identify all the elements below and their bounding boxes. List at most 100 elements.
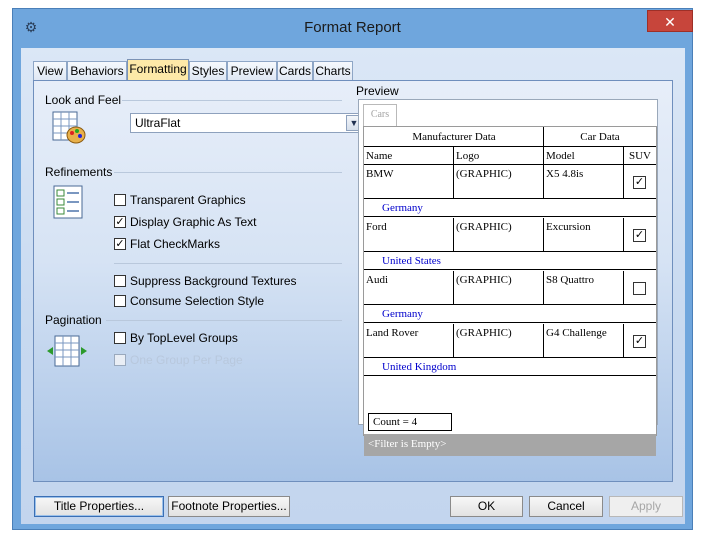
tab-charts[interactable]: Charts <box>313 61 353 80</box>
look-and-feel-divider <box>122 100 342 101</box>
preview-heading: Preview <box>356 84 399 98</box>
grid-tab-cars[interactable]: Cars <box>363 104 397 126</box>
group-label: Germany <box>382 308 423 320</box>
cell-model: G4 Challenge <box>546 327 607 339</box>
page-grid-arrows-icon <box>47 335 87 367</box>
tab-preview[interactable]: Preview <box>227 61 277 80</box>
suppress-background-textures-label: Suppress Background Textures <box>130 274 297 288</box>
column-header-model[interactable]: Model <box>544 147 624 165</box>
band-manufacturer-data: Manufacturer Data <box>364 127 544 147</box>
table-row-cell-name: Audi <box>364 271 454 305</box>
dialog-client: View Behaviors Formatting Styles Preview… <box>21 48 685 524</box>
cell-model: X5 4.8is <box>546 168 584 180</box>
look-and-feel-select[interactable]: UltraFlat ▼ <box>130 113 364 133</box>
table-row-cell-logo: (GRAPHIC) <box>454 218 544 252</box>
transparent-graphics-label: Transparent Graphics <box>130 193 246 207</box>
cell-name: BMW <box>366 168 394 180</box>
table-row-cell-model: S8 Quattro <box>544 271 624 305</box>
cell-name: Audi <box>366 274 388 286</box>
table-row-cell-model: X5 4.8is <box>544 165 624 199</box>
table-row-cell-suv <box>624 271 656 305</box>
title-properties-button[interactable]: Title Properties... <box>34 496 164 517</box>
suv-checkbox[interactable]: ✓ <box>633 229 646 242</box>
tab-view[interactable]: View <box>33 61 67 80</box>
tab-behaviors[interactable]: Behaviors <box>67 61 127 80</box>
cell-model: S8 Quattro <box>546 274 594 286</box>
column-header-name[interactable]: Name <box>364 147 454 165</box>
cell-logo: (GRAPHIC) <box>456 274 512 286</box>
group-label: Germany <box>382 202 423 214</box>
look-and-feel-heading: Look and Feel <box>45 93 122 107</box>
column-header-logo[interactable]: Logo <box>454 147 544 165</box>
cell-name: Land Rover <box>366 327 419 339</box>
close-button[interactable]: ✕ <box>647 10 693 32</box>
table-row-cell-model: Excursion <box>544 218 624 252</box>
column-header-logo-label: Logo <box>456 150 480 162</box>
pagination-heading: Pagination <box>45 313 102 327</box>
column-header-suv-label: SUV <box>628 150 651 162</box>
column-header-model-label: Model <box>546 150 575 162</box>
count-summary: Count = 4 <box>368 413 452 431</box>
suv-checkbox[interactable] <box>633 282 646 295</box>
table-row-cell-name: Ford <box>364 218 454 252</box>
group-row: Germany <box>364 305 656 323</box>
band-car-label: Car Data <box>580 131 620 143</box>
display-graphic-as-text-checkbox[interactable]: ✓ <box>114 216 126 228</box>
preview-pane: Cars Manufacturer Data Car Data Name Log… <box>358 99 658 456</box>
apply-button[interactable]: Apply <box>609 496 683 517</box>
title-bar[interactable]: ⚙ Format Report ✕ <box>13 9 693 46</box>
table-row-cell-suv: ✓ <box>624 324 656 358</box>
table-row-cell-logo: (GRAPHIC) <box>454 165 544 199</box>
band-manufacturer-label: Manufacturer Data <box>412 131 496 143</box>
flat-checkmarks-label: Flat CheckMarks <box>130 237 221 251</box>
pagination-divider <box>106 320 342 321</box>
one-group-per-page-label: One Group Per Page <box>130 353 243 367</box>
table-row-cell-name: BMW <box>364 165 454 199</box>
footnote-properties-button[interactable]: Footnote Properties... <box>168 496 290 517</box>
filter-bar[interactable]: <Filter is Empty> <box>364 434 656 456</box>
tab-cards[interactable]: Cards <box>277 61 313 80</box>
flat-checkmarks-checkbox[interactable]: ✓ <box>114 238 126 250</box>
transparent-graphics-checkbox[interactable] <box>114 194 126 206</box>
formatting-panel: Look and Feel UltraFlat ▼ Refinements Tr… <box>33 80 673 482</box>
suv-checkbox[interactable]: ✓ <box>633 335 646 348</box>
ok-button[interactable]: OK <box>450 496 523 517</box>
consume-selection-style-checkbox[interactable] <box>114 295 126 307</box>
column-header-suv[interactable]: SUV <box>624 147 656 165</box>
table-row-cell-model: G4 Challenge <box>544 324 624 358</box>
format-report-window: ⚙ Format Report ✕ View Behaviors Formatt… <box>12 8 693 530</box>
grid-checkboxes-icon <box>53 185 83 219</box>
group-label: United Kingdom <box>382 361 457 373</box>
cell-logo: (GRAPHIC) <box>456 327 512 339</box>
filter-status: <Filter is Empty> <box>368 438 447 450</box>
table-row-cell-logo: (GRAPHIC) <box>454 324 544 358</box>
by-toplevel-groups-checkbox[interactable] <box>114 332 126 344</box>
by-toplevel-groups-label: By TopLevel Groups <box>130 331 238 345</box>
palette-grid-icon <box>52 111 86 144</box>
look-and-feel-value: UltraFlat <box>135 116 181 130</box>
suppress-background-textures-checkbox[interactable] <box>114 275 126 287</box>
table-row-cell-suv: ✓ <box>624 165 656 199</box>
tab-styles[interactable]: Styles <box>189 61 227 80</box>
refinements-separator <box>114 263 342 264</box>
group-row: United Kingdom <box>364 358 656 376</box>
refinements-heading: Refinements <box>45 165 113 179</box>
band-car-data: Car Data <box>544 127 656 147</box>
cancel-button[interactable]: Cancel <box>529 496 603 517</box>
cell-logo: (GRAPHIC) <box>456 221 512 233</box>
cell-logo: (GRAPHIC) <box>456 168 512 180</box>
consume-selection-style-label: Consume Selection Style <box>130 294 265 308</box>
group-label: United States <box>382 255 441 267</box>
refinements-divider <box>114 172 342 173</box>
window-title: Format Report <box>304 19 401 36</box>
table-row-cell-logo: (GRAPHIC) <box>454 271 544 305</box>
tab-formatting[interactable]: Formatting <box>127 59 189 80</box>
group-row: United States <box>364 252 656 270</box>
display-graphic-as-text-label: Display Graphic As Text <box>130 215 257 229</box>
cell-model: Excursion <box>546 221 591 233</box>
one-group-per-page-checkbox <box>114 354 126 366</box>
column-header-name-label: Name <box>366 150 393 162</box>
table-row-cell-name: Land Rover <box>364 324 454 358</box>
table-row-cell-suv: ✓ <box>624 218 656 252</box>
suv-checkbox[interactable]: ✓ <box>633 176 646 189</box>
